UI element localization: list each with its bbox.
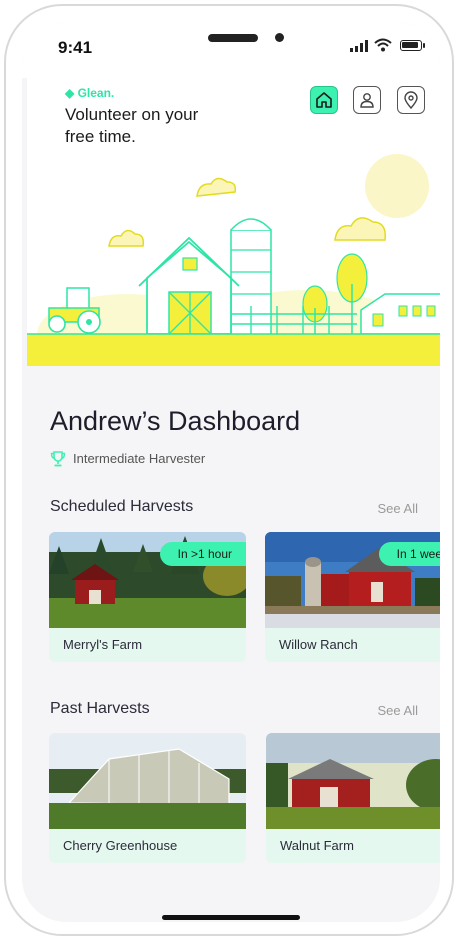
nav-location-button[interactable] xyxy=(397,86,425,114)
harvest-card-walnut-farm[interactable]: Walnut Farm xyxy=(266,733,440,863)
dashboard-title: Andrew’s Dashboard xyxy=(50,406,301,436)
greenhouse-photo xyxy=(49,733,246,829)
scheduled-harvests-heading: Scheduled Harvests xyxy=(50,498,194,515)
battery-icon xyxy=(400,40,422,51)
phone-frame: 9:41 ◆ Glean. Volunteer on your free tim… xyxy=(4,4,454,936)
location-icon xyxy=(404,91,418,109)
harvest-card-merryls-farm[interactable]: In >1 hour Merryl's Farm xyxy=(49,532,246,662)
time-badge: In 1 week xyxy=(378,542,440,566)
time-badge: In >1 hour xyxy=(159,542,246,566)
card-name: Cherry Greenhouse xyxy=(63,838,178,853)
card-name: Walnut Farm xyxy=(280,838,354,853)
past-harvests-heading: Past Harvests xyxy=(50,700,150,717)
farm-illustration xyxy=(27,154,440,366)
harvest-card-willow-ranch[interactable]: In 1 week Willow Ranch xyxy=(265,532,440,662)
card-name: Merryl's Farm xyxy=(63,637,143,652)
status-bar: 9:41 xyxy=(22,22,440,78)
rank-label: Intermediate Harvester xyxy=(73,451,206,466)
scheduled-see-all-link[interactable]: See All xyxy=(378,501,418,516)
harvest-card-cherry-greenhouse[interactable]: Cherry Greenhouse xyxy=(49,733,246,863)
profile-icon xyxy=(360,93,374,108)
home-icon xyxy=(316,92,332,108)
app-screen: 9:41 ◆ Glean. Volunteer on your free tim… xyxy=(22,22,440,922)
status-time: 9:41 xyxy=(58,38,93,57)
farm-photo xyxy=(266,733,440,829)
trophy-icon xyxy=(50,451,66,467)
battery-tip xyxy=(423,43,425,48)
hero-banner: ◆ Glean. Volunteer on your free time. xyxy=(27,78,440,366)
camera-dot xyxy=(275,33,284,42)
speaker-notch xyxy=(208,34,258,42)
card-name: Willow Ranch xyxy=(279,637,358,652)
past-see-all-link[interactable]: See All xyxy=(378,703,418,718)
wifi-icon xyxy=(374,38,392,52)
brand-name: Glean. xyxy=(77,86,115,100)
home-indicator[interactable] xyxy=(162,915,300,920)
nav-home-button[interactable] xyxy=(310,86,338,114)
brand-logo: ◆ Glean. xyxy=(65,86,115,100)
signal-icon xyxy=(350,40,368,52)
nav-profile-button[interactable] xyxy=(353,86,381,114)
